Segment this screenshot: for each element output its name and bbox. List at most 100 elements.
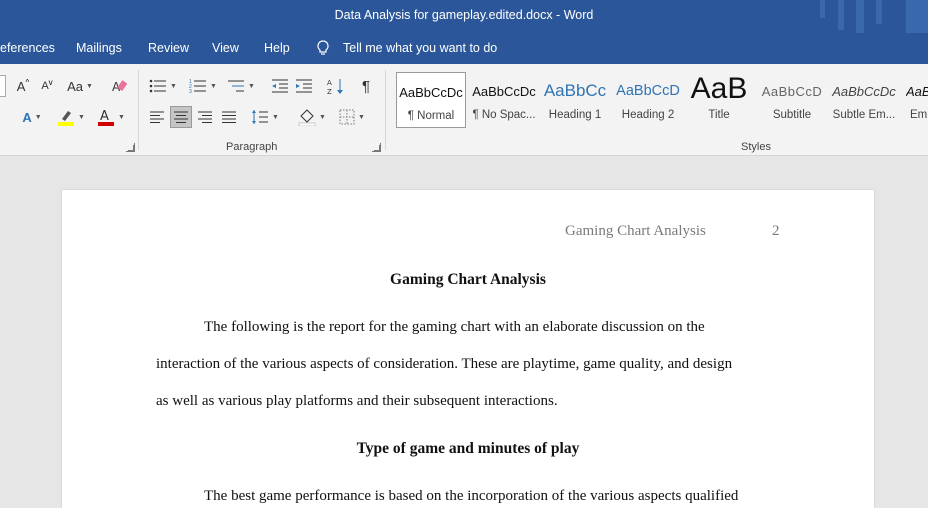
tab-view[interactable]: View <box>212 41 239 55</box>
sort-button[interactable]: A Z <box>324 75 348 97</box>
line-spacing-icon <box>252 110 269 124</box>
style-preview: AaBbCcDc <box>832 84 896 99</box>
tab-mailings[interactable]: Mailings <box>76 41 122 55</box>
borders-button[interactable]: ▼ <box>334 106 370 128</box>
text-effects-button[interactable]: A ▼ <box>16 106 48 128</box>
svg-text:3: 3 <box>189 89 192 94</box>
font-size-box[interactable] <box>0 75 6 97</box>
document-page[interactable]: Gaming Chart Analysis 2 Gaming Chart Ana… <box>61 189 875 508</box>
running-head: Gaming Chart Analysis <box>565 223 706 239</box>
paragraph-line: The best game performance is based on th… <box>204 488 739 504</box>
chevron-down-icon: ▼ <box>170 82 177 90</box>
tell-me-label: Tell me what you want to do <box>343 41 498 55</box>
pilcrow-icon: ¶ <box>361 77 371 95</box>
numbered-list-icon: 1 2 3 <box>189 79 207 94</box>
style-preview: AaBbCcDc <box>399 85 463 100</box>
paragraph-line: The following is the report for the gami… <box>204 319 705 335</box>
chevron-down-icon: ▼ <box>248 82 255 90</box>
highlighter-icon <box>58 111 75 126</box>
style-title[interactable]: AaB Title <box>684 72 754 128</box>
style-heading-2[interactable]: AaBbCcD Heading 2 <box>613 72 683 128</box>
style-preview: AaBbCcD <box>761 84 823 99</box>
tab-review[interactable]: Review <box>148 41 189 55</box>
document-title: Gaming Chart Analysis <box>390 271 546 288</box>
tab-help[interactable]: Help <box>264 41 290 55</box>
bullets-button[interactable]: ▼ <box>146 75 180 97</box>
justify-icon <box>222 111 236 123</box>
style-name: ¶ No Spac... <box>472 109 536 121</box>
sort-az-icon: A Z <box>327 79 343 95</box>
paragraph-dialog-launcher[interactable] <box>372 143 381 152</box>
change-case-icon: Aa <box>67 78 83 94</box>
lightbulb-icon <box>317 40 329 55</box>
style-heading-1[interactable]: AaBbCc Heading 1 <box>540 72 610 128</box>
multilevel-list-icon <box>228 80 245 92</box>
style-preview: AaBl <box>906 84 928 99</box>
align-right-icon <box>198 111 212 123</box>
style-preview: AaBbCc <box>543 81 607 100</box>
shrink-font-button[interactable]: Av <box>37 75 57 97</box>
grow-font-icon: A <box>16 78 26 94</box>
bullet-list-icon <box>149 79 167 93</box>
style-subtitle[interactable]: AaBbCcD Subtitle <box>757 72 827 128</box>
eraser-icon: A <box>112 80 127 94</box>
align-center-button[interactable] <box>170 106 192 128</box>
chevron-down-icon: ▼ <box>34 113 42 121</box>
style-no-spacing[interactable]: AaBbCcDc ¶ No Spac... <box>469 72 539 128</box>
multilevel-list-button[interactable]: ▼ <box>224 75 258 97</box>
svg-text:A: A <box>100 109 109 124</box>
style-name: Heading 1 <box>548 109 602 121</box>
decrease-indent-button[interactable] <box>268 75 292 97</box>
paragraph-line: interaction of the various aspects of co… <box>156 356 733 372</box>
chevron-down-icon: ▼ <box>358 113 365 121</box>
font-dialog-launcher[interactable] <box>126 143 135 152</box>
svg-text:Z: Z <box>327 88 332 95</box>
style-name: ¶ Normal <box>407 110 455 122</box>
style-subtle-emphasis[interactable]: AaBbCcDc Subtle Em... <box>829 72 899 128</box>
clear-formatting-button[interactable]: A <box>108 75 130 97</box>
style-name: Heading 2 <box>621 109 675 121</box>
style-preview: AaBbCcDc <box>472 84 536 99</box>
paint-bucket-icon <box>298 109 316 126</box>
align-left-button[interactable] <box>146 106 168 128</box>
increase-indent-button[interactable] <box>292 75 316 97</box>
svg-text:A: A <box>327 79 332 87</box>
style-name: Title <box>708 109 730 121</box>
grow-font-button[interactable]: A ^ <box>12 75 34 97</box>
window-title: Data Analysis for gameplay.edited.docx -… <box>334 8 594 22</box>
chevron-down-icon: ▼ <box>118 113 125 121</box>
paragraph-line: as well as various play platforms and th… <box>156 393 558 409</box>
style-emphasis[interactable]: AaBl Em <box>902 72 928 128</box>
ribbon: A ^ Av Aa ▼ A A ▼ ▼ A ▼ ▼ 1 2 3 ▼ ▼ A Z … <box>0 64 928 156</box>
chevron-down-icon: ▼ <box>319 113 326 121</box>
highlight-color-button[interactable]: ▼ <box>53 106 89 128</box>
font-color-button[interactable]: A ▼ <box>93 106 129 128</box>
tab-references[interactable]: eferences <box>0 41 55 55</box>
shading-button[interactable]: ▼ <box>294 106 330 128</box>
chevron-down-icon: ▼ <box>78 113 85 121</box>
align-left-icon <box>150 111 164 123</box>
page-number: 2 <box>772 223 780 239</box>
style-name: Subtitle <box>772 109 812 121</box>
style-normal[interactable]: AaBbCcDc ¶ Normal <box>396 72 466 128</box>
tell-me-search[interactable]: Tell me what you want to do <box>316 40 497 56</box>
text-effects-icon: A <box>22 109 32 125</box>
shrink-font-icon: A <box>41 80 49 92</box>
align-center-icon <box>174 111 188 123</box>
title-bar: Data Analysis for gameplay.edited.docx -… <box>0 0 928 33</box>
style-preview: AaBbCcD <box>616 83 680 99</box>
style-name: Em <box>910 109 928 121</box>
style-preview: AaB <box>690 72 748 105</box>
line-spacing-button[interactable]: ▼ <box>248 106 282 128</box>
chevron-down-icon: ▼ <box>272 113 279 121</box>
align-right-button[interactable] <box>194 106 216 128</box>
ribbon-tab-bar: eferences Mailings Review View Help Tell… <box>0 33 928 64</box>
increase-indent-icon <box>296 79 312 93</box>
show-formatting-button[interactable]: ¶ <box>354 75 378 97</box>
chevron-down-icon: ▼ <box>85 82 93 90</box>
borders-icon <box>339 109 355 125</box>
change-case-button[interactable]: Aa ▼ <box>64 75 96 97</box>
justify-button[interactable] <box>218 106 240 128</box>
group-separator <box>385 70 386 150</box>
numbering-button[interactable]: 1 2 3 ▼ <box>186 75 220 97</box>
